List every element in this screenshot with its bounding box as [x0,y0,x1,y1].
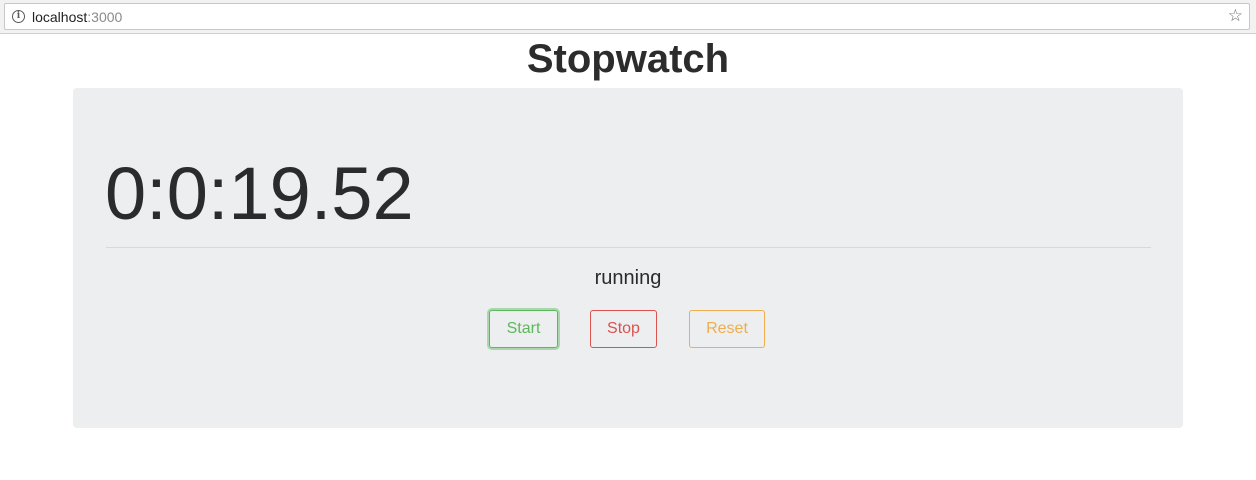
star-icon[interactable]: ☆ [1228,6,1243,26]
url-text[interactable]: localhost:3000 [32,8,122,26]
address-bar[interactable]: i localhost:3000 ☆ [4,3,1250,30]
start-button[interactable]: Start [489,310,558,348]
url-port: :3000 [87,9,123,25]
page-title: Stopwatch [526,37,730,81]
url-host: localhost [32,9,88,25]
time-display: 0:0:19.52 [105,152,414,235]
status-text: running [594,267,662,289]
stop-button[interactable]: Stop [590,310,657,348]
info-icon[interactable]: i [12,10,25,23]
reset-button[interactable]: Reset [689,310,765,348]
stopwatch-panel: 0:0:19.52 running Start Stop Reset [73,88,1183,428]
divider [106,247,1151,248]
browser-toolbar: i localhost:3000 ☆ [0,0,1256,34]
